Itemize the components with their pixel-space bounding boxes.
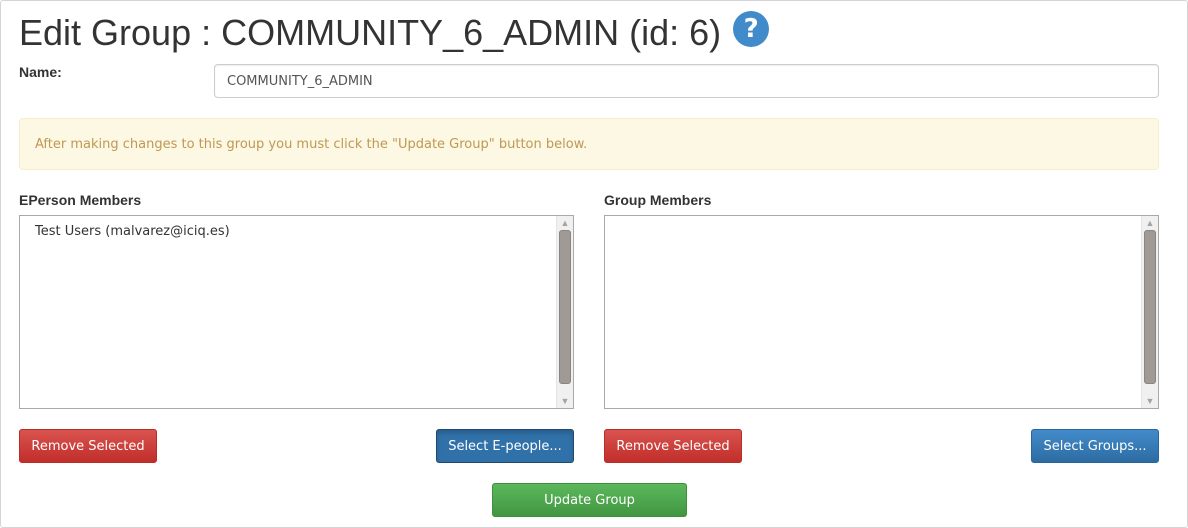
scroll-up-arrow-icon[interactable]: ▲ xyxy=(557,216,573,230)
eperson-remove-selected-button[interactable]: Remove Selected xyxy=(19,429,157,463)
scroll-up-arrow-icon[interactable]: ▲ xyxy=(1142,216,1158,230)
eperson-members-label: EPerson Members xyxy=(19,192,142,208)
scroll-thumb[interactable] xyxy=(1144,230,1156,384)
group-members-list[interactable]: ▲ ▼ xyxy=(604,215,1159,409)
group-remove-selected-button[interactable]: Remove Selected xyxy=(604,429,742,463)
warning-alert: After making changes to this group you m… xyxy=(19,118,1159,170)
eperson-members-items: Test Users (malvarez@iciq.es) xyxy=(20,216,556,408)
alert-text: After making changes to this group you m… xyxy=(35,136,588,152)
group-scrollbar[interactable]: ▲ ▼ xyxy=(1141,216,1158,408)
scroll-thumb[interactable] xyxy=(559,230,571,384)
list-item[interactable]: Test Users (malvarez@iciq.es) xyxy=(35,224,541,240)
eperson-scrollbar[interactable]: ▲ ▼ xyxy=(556,216,573,408)
scroll-down-arrow-icon[interactable]: ▼ xyxy=(557,394,573,408)
select-epeople-button[interactable]: Select E-people... xyxy=(436,429,574,463)
update-group-button[interactable]: Update Group xyxy=(492,483,687,517)
help-icon[interactable]: ? xyxy=(733,11,770,47)
group-name-input[interactable] xyxy=(214,64,1159,98)
group-members-label: Group Members xyxy=(604,192,712,208)
select-groups-button[interactable]: Select Groups... xyxy=(1031,429,1159,463)
group-members-items xyxy=(605,216,1141,408)
page-title: Edit Group : COMMUNITY_6_ADMIN (id: 6) xyxy=(19,12,722,53)
scroll-down-arrow-icon[interactable]: ▼ xyxy=(1142,394,1158,408)
eperson-members-list[interactable]: Test Users (malvarez@iciq.es) ▲ ▼ xyxy=(19,215,574,409)
title-row: Edit Group : COMMUNITY_6_ADMIN (id: 6) ? xyxy=(19,8,770,58)
name-label: Name: xyxy=(19,64,62,80)
